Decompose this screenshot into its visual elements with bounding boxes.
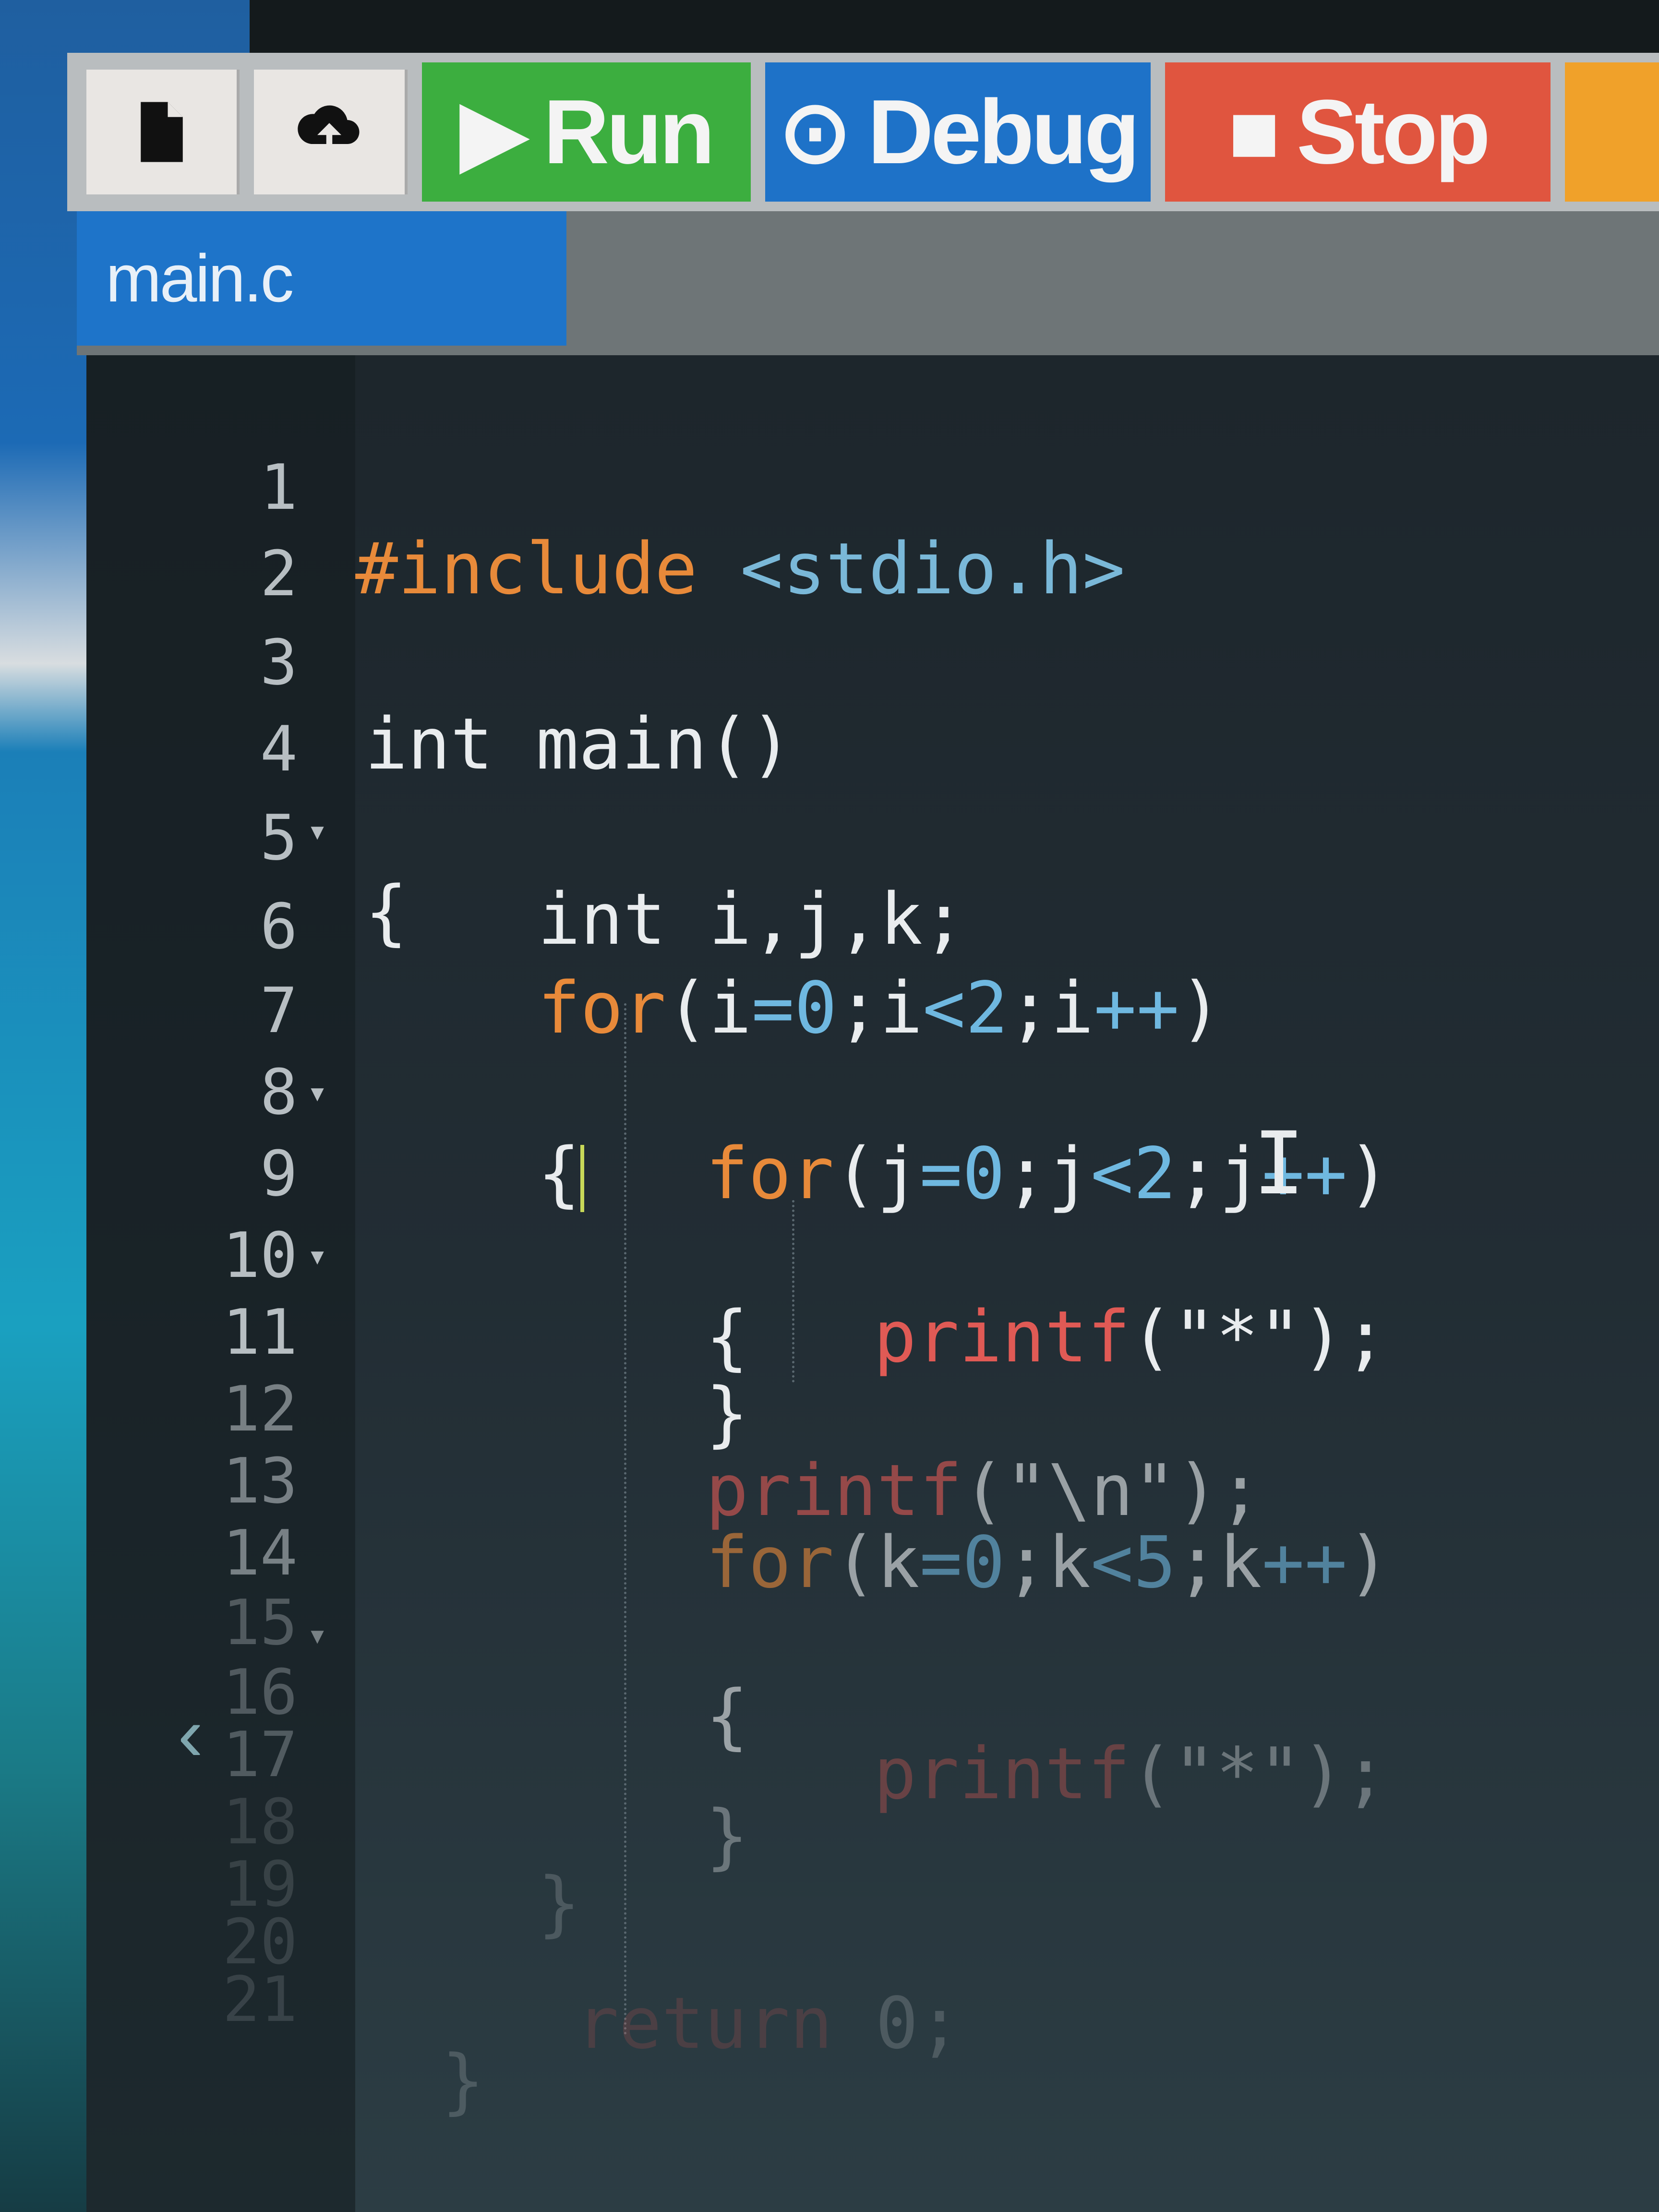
debug-button[interactable]: ⊙ Debug — [765, 62, 1151, 202]
code-line: 5 int i,j,k; — [86, 715, 1659, 960]
toolbar: ▶ Run ⊙ Debug ■ Stop — [67, 53, 1659, 211]
play-icon: ▶ — [460, 84, 527, 180]
line-text: return 0; — [576, 1982, 961, 2065]
stop-icon: ■ — [1228, 84, 1280, 180]
code-line: 3 int main() — [86, 540, 1659, 785]
code-line: 7 ▾ { — [86, 888, 1659, 1214]
debug-icon: ⊙ — [779, 84, 852, 180]
code-line: 11 } — [86, 1210, 1659, 1455]
code-line: 6 for(i=0;i<2;i++) — [86, 804, 1659, 1049]
line-number: 21 — [222, 1963, 298, 2036]
code-line: 21 } — [86, 1877, 1659, 2122]
upload-button[interactable] — [254, 70, 408, 194]
screen: ▶ Run ⊙ Debug ■ Stop main.c 1 #include <… — [0, 0, 1659, 2212]
code-line: 1 #include <stdio.h> — [86, 365, 1659, 610]
stop-button[interactable]: ■ Stop — [1165, 62, 1551, 202]
run-button[interactable]: ▶ Run — [421, 62, 751, 202]
code-line: 9 ▾ { — [86, 1051, 1659, 1378]
debug-label: Debug — [867, 81, 1140, 183]
code-line: 13 for(k=0;k<5;k++) — [86, 1358, 1659, 1603]
code-line: 10 printf("*"); — [86, 1133, 1659, 1378]
tab-main-c[interactable]: main.c — [77, 211, 566, 346]
tab-bar: main.c — [77, 211, 1659, 355]
run-label: Run — [543, 81, 715, 183]
new-file-button[interactable] — [86, 70, 240, 194]
code-editor[interactable]: 1 #include <stdio.h> 2 3 int main() 4 ▾ … — [86, 355, 1659, 2212]
extra-button[interactable] — [1565, 62, 1659, 202]
line-text: } — [442, 2040, 485, 2122]
code-line: 12 printf("\n"); — [86, 1286, 1659, 1531]
file-icon — [140, 102, 183, 162]
code-line: 2 — [86, 451, 1659, 610]
cloud-upload-icon — [298, 105, 360, 156]
mouse-ibeam-cursor-icon: I — [1253, 1114, 1305, 1214]
code-line: 4 ▾ { — [86, 626, 1659, 953]
code-lines: 1 #include <stdio.h> 2 3 int main() 4 ▾ … — [86, 355, 1659, 2212]
stop-label: Stop — [1296, 81, 1491, 183]
code-line: 8 for(j=0;j<2;j++) — [86, 970, 1659, 1214]
chevron-left-icon[interactable]: ‹ — [178, 1690, 203, 1778]
